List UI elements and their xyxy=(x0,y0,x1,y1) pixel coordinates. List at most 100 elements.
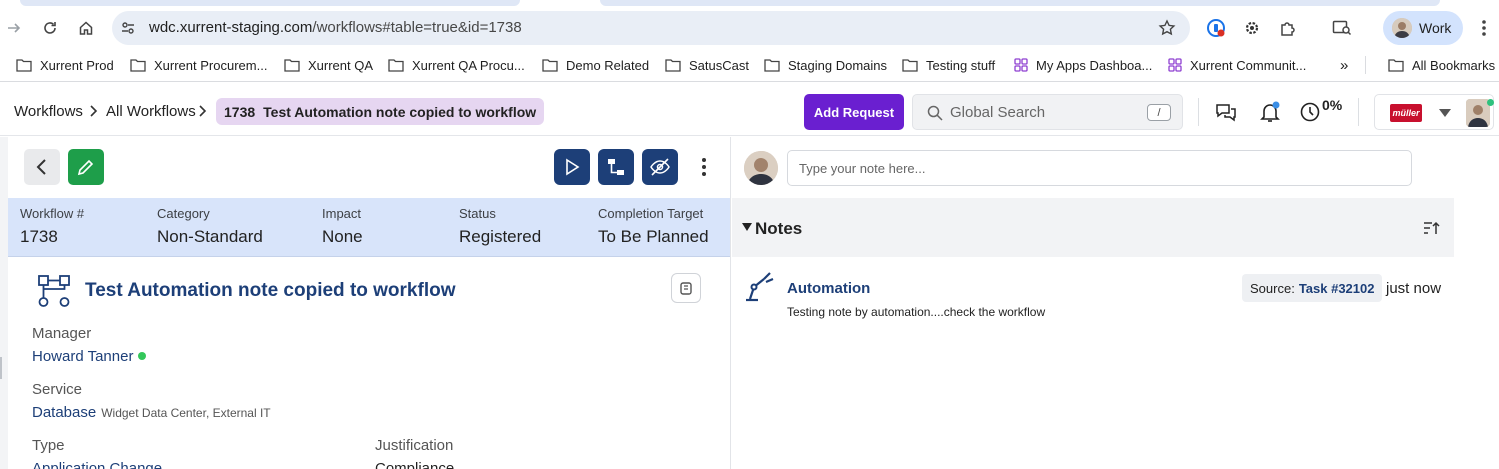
folder-icon xyxy=(542,59,558,72)
folder-icon xyxy=(764,59,780,72)
eye-off-icon xyxy=(650,158,670,176)
home-icon[interactable] xyxy=(74,16,98,40)
back-button[interactable] xyxy=(24,149,60,185)
folder-icon xyxy=(284,59,300,72)
app-grid-icon xyxy=(1168,58,1182,72)
type-label: Type xyxy=(32,437,65,454)
bookmarks-bar: Xurrent Prod Xurrent Procurem... Xurrent… xyxy=(0,48,1499,82)
summary-field: Completion Target To Be Planned xyxy=(598,206,709,246)
play-icon xyxy=(566,158,580,176)
extensions-puzzle-icon[interactable] xyxy=(1276,16,1300,40)
hierarchy-icon xyxy=(608,159,624,175)
bookmark-item[interactable]: My Apps Dashboa... xyxy=(1014,56,1152,74)
clock-icon[interactable] xyxy=(1298,100,1322,124)
bookmark-item[interactable]: Demo Related xyxy=(542,56,649,74)
notes-section-header[interactable]: Notes xyxy=(732,198,1454,257)
bookmark-item[interactable]: Staging Domains xyxy=(764,56,887,74)
tab-search-icon[interactable] xyxy=(1330,16,1354,40)
current-user-avatar xyxy=(744,151,778,185)
robot-arm-icon xyxy=(746,272,774,302)
time-progress-percent: 0% xyxy=(1322,97,1343,113)
address-bar[interactable]: wdc.xurrent-staging.com/workflows#table=… xyxy=(112,11,1190,45)
note-source-link[interactable]: Task #32102 xyxy=(1299,281,1375,296)
workflow-summary-bar: Workflow #1738 Category Non-Standard Impa… xyxy=(8,198,730,257)
service-label: Service xyxy=(32,381,83,398)
add-request-button[interactable]: Add Request xyxy=(804,94,904,130)
note-text: Testing note by automation....check the … xyxy=(787,305,1046,319)
chevron-right-icon xyxy=(90,105,98,117)
workflow-detail-panel: Workflow #1738 Category Non-Standard Impa… xyxy=(8,137,731,469)
note-source-label: Source: xyxy=(1250,280,1295,296)
folder-icon xyxy=(388,59,404,72)
chat-icon[interactable] xyxy=(1214,100,1238,124)
folder-icon xyxy=(1388,59,1404,72)
bookmark-item[interactable]: Xurrent Communit... xyxy=(1168,56,1306,74)
note-source-badge: Source: Task #32102 xyxy=(1242,274,1383,302)
more-actions-button[interactable] xyxy=(694,153,714,181)
folder-icon xyxy=(130,59,146,72)
notes-title: Notes xyxy=(755,219,803,238)
search-placeholder: Global Search xyxy=(950,104,1046,121)
bookmark-item[interactable]: Xurrent QA xyxy=(284,56,373,74)
service-detail: Widget Data Center, External IT xyxy=(101,406,271,420)
account-switcher[interactable]: müller xyxy=(1374,94,1494,130)
global-search-input[interactable]: Global Search / xyxy=(912,94,1183,130)
app-header: Workflows All Workflows 1738 Test Automa… xyxy=(0,86,1499,136)
service-link[interactable]: Database xyxy=(32,404,96,421)
more-bookmarks-button[interactable]: » xyxy=(1340,56,1348,74)
note-timestamp: just now xyxy=(1386,280,1442,297)
left-edge-rail xyxy=(0,137,8,469)
bookmark-star-icon[interactable] xyxy=(1158,19,1176,37)
caret-down-icon xyxy=(1439,109,1451,117)
browser-toolbar: wdc.xurrent-staging.com/workflows#table=… xyxy=(0,8,1499,48)
bookmark-item[interactable]: SatusCast xyxy=(665,56,749,74)
password-manager-extension-icon[interactable] xyxy=(1204,16,1228,40)
note-author-link[interactable]: Automation xyxy=(787,280,870,297)
pencil-icon xyxy=(77,159,94,176)
profile-avatar xyxy=(1392,18,1412,38)
bookmark-item[interactable]: Xurrent Prod xyxy=(16,56,114,74)
bookmark-item[interactable]: Xurrent Procurem... xyxy=(130,56,267,74)
search-icon xyxy=(927,105,943,121)
note-input[interactable]: Type your note here... xyxy=(787,150,1412,186)
header-divider xyxy=(1198,98,1199,126)
browser-tab-strip xyxy=(0,0,1499,8)
breadcrumb-workflows[interactable]: Workflows xyxy=(14,103,83,120)
chrome-menu-icon[interactable] xyxy=(1474,16,1494,40)
note-input-placeholder: Type your note here... xyxy=(799,161,926,176)
forward-icon[interactable] xyxy=(2,16,26,40)
breadcrumb-all-workflows[interactable]: All Workflows xyxy=(106,103,196,120)
copy-button[interactable] xyxy=(671,273,701,303)
bookmark-item[interactable]: Testing stuff xyxy=(902,56,995,74)
folder-icon xyxy=(665,59,681,72)
workflow-icon xyxy=(38,275,70,307)
url-text: wdc.xurrent-staging.com/workflows#table=… xyxy=(149,19,522,36)
workflow-title: Test Automation note copied to workflow xyxy=(85,280,456,301)
all-bookmarks-button[interactable]: All Bookmarks xyxy=(1388,56,1495,74)
manager-link[interactable]: Howard Tanner xyxy=(32,348,147,365)
manager-label: Manager xyxy=(32,325,92,342)
folder-icon xyxy=(902,59,918,72)
profile-chip[interactable]: Work xyxy=(1383,11,1463,45)
bookmark-item[interactable]: Xurrent QA Procu... xyxy=(388,56,525,74)
hide-button[interactable] xyxy=(642,149,678,185)
reload-icon[interactable] xyxy=(38,16,62,40)
folder-icon xyxy=(16,59,32,72)
type-link[interactable]: Application Change xyxy=(32,460,162,469)
copy-icon xyxy=(680,282,692,295)
workflow-structure-button[interactable] xyxy=(598,149,634,185)
kebab-icon xyxy=(702,158,706,176)
gear-extension-icon[interactable] xyxy=(1240,16,1264,40)
search-shortcut-badge: / xyxy=(1147,104,1171,121)
edit-button[interactable] xyxy=(68,149,104,185)
start-workflow-button[interactable] xyxy=(554,149,590,185)
profile-label: Work xyxy=(1419,20,1452,36)
site-settings-icon[interactable] xyxy=(120,20,136,36)
bell-icon[interactable] xyxy=(1258,100,1282,124)
app-grid-icon xyxy=(1014,58,1028,72)
bookmarks-divider xyxy=(1365,56,1366,74)
summary-field: Status Registered xyxy=(459,206,542,246)
sort-icon[interactable] xyxy=(1422,219,1440,237)
service-field: Database Widget Data Center, External IT xyxy=(32,404,271,421)
summary-field: Category Non-Standard xyxy=(157,206,263,246)
